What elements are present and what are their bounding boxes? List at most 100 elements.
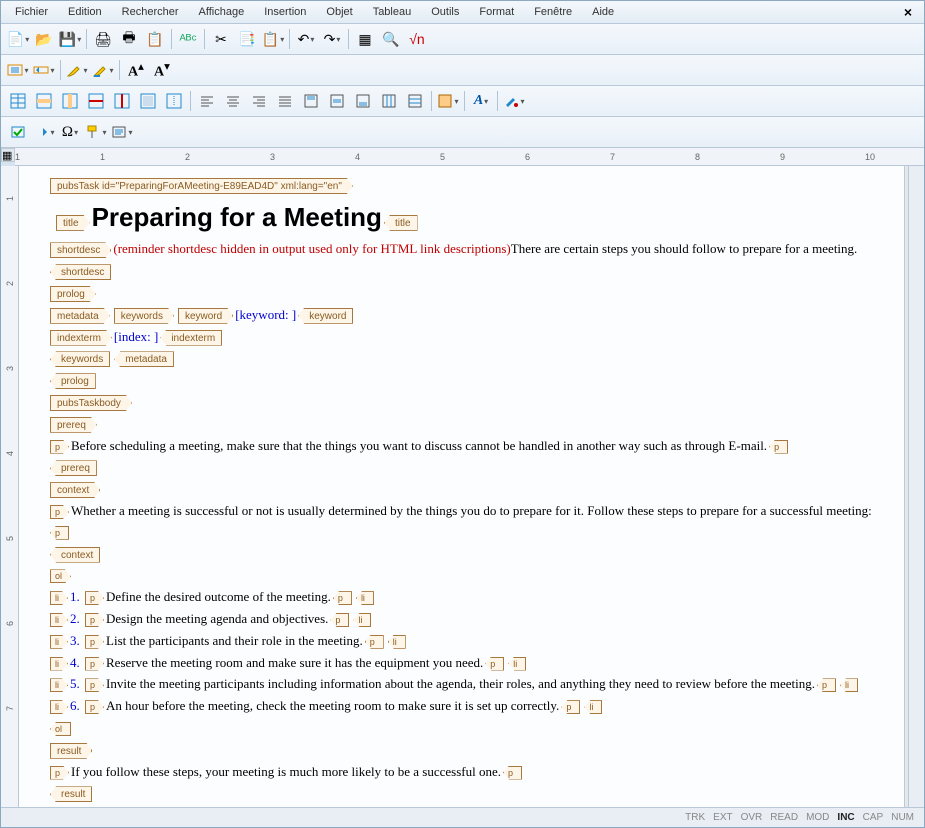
tag-p-open[interactable]: p <box>85 678 104 692</box>
tag-li-close[interactable]: li <box>584 700 602 714</box>
horizontal-ruler[interactable]: 112345678910 <box>15 148 924 166</box>
align-center-icon[interactable] <box>221 89 245 113</box>
tag-p-open[interactable]: p <box>50 505 69 519</box>
insert-row-icon[interactable] <box>32 89 56 113</box>
close-icon[interactable]: × <box>896 4 920 20</box>
tag-ol-open[interactable]: ol <box>50 569 71 583</box>
tag-li-open[interactable]: li <box>50 678 68 692</box>
spellcheck-icon[interactable]: ᴬᴮᶜ <box>176 27 200 51</box>
paste-icon[interactable]: 📋▾ <box>261 27 285 51</box>
copy-icon[interactable]: 📑 <box>235 27 259 51</box>
tag-li-open[interactable]: li <box>50 657 68 671</box>
tag-metadata-close[interactable]: metadata <box>114 351 174 367</box>
menu-fichier[interactable]: Fichier <box>5 3 58 21</box>
omega-icon[interactable]: Ω▾ <box>58 120 82 144</box>
tag-prereq-open[interactable]: prereq <box>50 417 97 433</box>
show-marks-icon[interactable]: ▾ <box>110 120 134 144</box>
status-trk[interactable]: TRK <box>685 812 705 823</box>
cut-icon[interactable]: ✂ <box>209 27 233 51</box>
highlight2-icon[interactable]: ▾ <box>91 58 115 82</box>
menu-rechercher[interactable]: Rechercher <box>112 3 189 21</box>
row-height-icon[interactable] <box>403 89 427 113</box>
status-ext[interactable]: EXT <box>713 812 732 823</box>
tag-li-close[interactable]: li <box>388 635 406 649</box>
tag-p-open[interactable]: p <box>85 700 104 714</box>
tag-p-close[interactable]: p <box>769 440 788 454</box>
new-doc-icon[interactable]: 📄▾ <box>6 27 30 51</box>
align-justify-icon[interactable] <box>273 89 297 113</box>
tag-li-open[interactable]: li <box>50 613 68 627</box>
menu-insertion[interactable]: Insertion <box>254 3 316 21</box>
tag-context-close[interactable]: context <box>50 547 100 563</box>
align-left-icon[interactable] <box>195 89 219 113</box>
tag-pubstask-open[interactable]: pubsTask id="PreparingForAMeeting-E89EAD… <box>50 178 353 194</box>
font-decrease-icon[interactable]: A▾ <box>150 58 174 82</box>
borders-icon[interactable]: ▾ <box>436 89 460 113</box>
status-inc[interactable]: INC <box>837 812 854 823</box>
tag-title-close[interactable]: title <box>384 215 418 231</box>
tag-li-open[interactable]: li <box>50 700 68 714</box>
insert-col-icon[interactable] <box>58 89 82 113</box>
valign-top-icon[interactable] <box>299 89 323 113</box>
menu-outils[interactable]: Outils <box>421 3 469 21</box>
goto-icon[interactable]: ▾ <box>32 120 56 144</box>
print-icon[interactable]: 🖨 <box>91 27 115 51</box>
print-preview-icon[interactable]: 🖶 <box>117 27 141 51</box>
document-body[interactable]: pubsTask id="PreparingForAMeeting-E89EAD… <box>19 166 904 807</box>
save-icon[interactable]: 💾▾ <box>58 27 82 51</box>
menu-fenetre[interactable]: Fenêtre <box>524 3 582 21</box>
menu-format[interactable]: Format <box>469 3 524 21</box>
table-icon[interactable]: ▦ <box>353 27 377 51</box>
preview-icon[interactable]: 📋 <box>143 27 167 51</box>
tag-prereq-close[interactable]: prereq <box>50 460 97 476</box>
tag-prolog-close[interactable]: prolog <box>50 373 96 389</box>
valign-bottom-icon[interactable] <box>351 89 375 113</box>
tag-li-close[interactable]: li <box>356 591 374 605</box>
redo-icon[interactable]: ↷▾ <box>320 27 344 51</box>
tag-keyword-open[interactable]: keyword <box>178 308 233 324</box>
tag-shortdesc-close[interactable]: shortdesc <box>50 264 111 280</box>
tag-keywords-open[interactable]: keywords <box>114 308 174 324</box>
align-right-icon[interactable] <box>247 89 271 113</box>
change-tag-icon[interactable]: ▾ <box>32 58 56 82</box>
tag-p-open[interactable]: p <box>85 613 104 627</box>
delete-row-icon[interactable] <box>84 89 108 113</box>
find-icon[interactable]: 🔍 <box>379 27 403 51</box>
index-placeholder[interactable]: [index: ] <box>114 329 158 344</box>
ruler-corner[interactable]: ▦ <box>1 148 15 162</box>
split-cells-icon[interactable] <box>162 89 186 113</box>
tag-p-open[interactable]: p <box>50 440 69 454</box>
highlight-icon[interactable]: ▾ <box>65 58 89 82</box>
tag-li-open[interactable]: li <box>50 591 68 605</box>
tag-keywords-close[interactable]: keywords <box>50 351 110 367</box>
tag-ol-close[interactable]: ol <box>50 722 71 736</box>
status-num[interactable]: NUM <box>891 812 914 823</box>
tag-shortdesc-open[interactable]: shortdesc <box>50 242 111 258</box>
tag-li-close[interactable]: li <box>353 613 371 627</box>
font-color-icon[interactable]: A▾ <box>469 89 493 113</box>
tag-li-close[interactable]: li <box>508 657 526 671</box>
tag-keyword-close[interactable]: keyword <box>298 308 353 324</box>
tag-p-close[interactable]: p <box>330 613 349 627</box>
menu-edition[interactable]: Edition <box>58 3 112 21</box>
tag-p-close[interactable]: p <box>561 700 580 714</box>
tag-p-close[interactable]: p <box>503 766 522 780</box>
tag-p-open[interactable]: p <box>50 766 69 780</box>
tag-p-open[interactable]: p <box>85 591 104 605</box>
tag-context-open[interactable]: context <box>50 482 100 498</box>
keyword-placeholder[interactable]: [keyword: ] <box>235 307 296 322</box>
tag-title-open[interactable]: title <box>56 215 90 231</box>
vertical-ruler[interactable]: 1234567 <box>1 166 19 807</box>
tag-indexterm-open[interactable]: indexterm <box>50 330 112 346</box>
tag-p-close[interactable]: p <box>485 657 504 671</box>
tag-li-open[interactable]: li <box>50 635 68 649</box>
undo-icon[interactable]: ↶▾ <box>294 27 318 51</box>
tag-p-open[interactable]: p <box>85 657 104 671</box>
tag-wrap-icon[interactable]: ▾ <box>6 58 30 82</box>
tag-indexterm-close[interactable]: indexterm <box>160 330 222 346</box>
tag-p-close[interactable]: p <box>50 526 69 540</box>
font-increase-icon[interactable]: A▴ <box>124 58 148 82</box>
menu-tableau[interactable]: Tableau <box>363 3 422 21</box>
status-ovr[interactable]: OVR <box>741 812 763 823</box>
tag-p-open[interactable]: p <box>85 635 104 649</box>
